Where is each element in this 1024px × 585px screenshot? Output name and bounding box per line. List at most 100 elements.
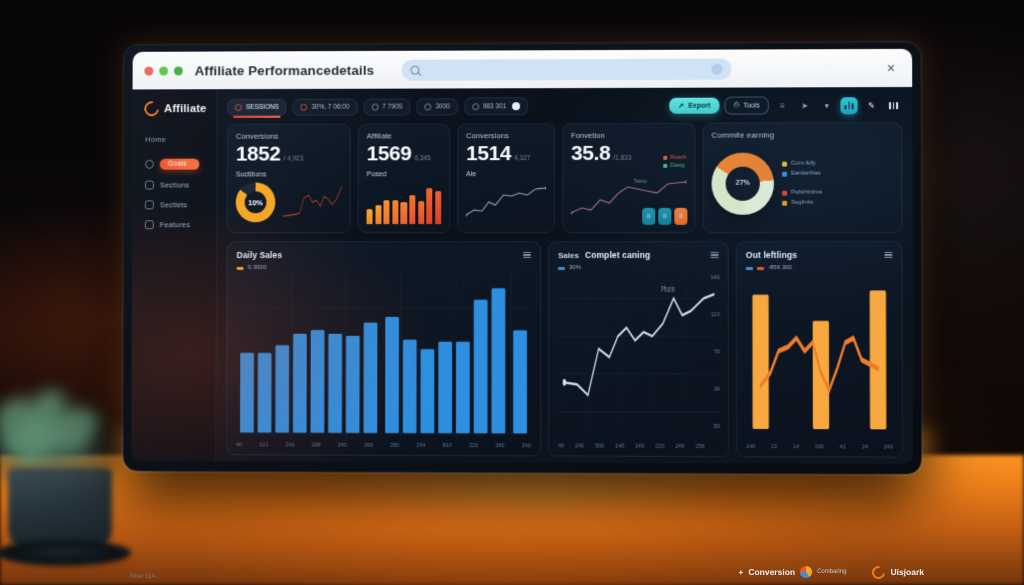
progress-donut: 10%: [235, 182, 276, 223]
pill-button-1[interactable]: 0: [642, 207, 656, 225]
legend-label: 30%: [569, 265, 582, 272]
donut-legend: Com &ify Earderthas Publ/rtrdms Suglmts: [780, 161, 822, 206]
filter-chip-pages[interactable]: 7 790S: [363, 98, 411, 116]
chip-badge: [512, 102, 521, 111]
gradient-bar-chart: [366, 182, 442, 225]
kpi-value: 1852: [235, 142, 281, 166]
tools-button[interactable]: ⎙ Tools: [724, 96, 769, 115]
cursor-icon[interactable]: ➤: [796, 97, 813, 114]
filter-chip-sessions[interactable]: SESSIONS: [227, 98, 287, 116]
tab-sales[interactable]: Sales: [558, 250, 579, 259]
kpi-card-conversions-2[interactable]: Conversions 1514 4,327 Ale: [457, 123, 556, 234]
filter-chip-total[interactable]: 983 301: [463, 97, 529, 116]
x-axis-labels: 140 21 14 240 41 24 240: [746, 444, 893, 451]
export-label: Export: [688, 102, 711, 110]
sidebar-item-goals[interactable]: Goals: [142, 155, 208, 174]
laptop: Affiliate Performancedetails × Affiliate…: [123, 42, 922, 474]
pot-saucer: [0, 540, 131, 566]
kpi-value: 1569: [366, 142, 412, 166]
sidebar-item-sectlets[interactable]: Sectlets: [142, 196, 208, 213]
brand-logo-icon: [141, 98, 162, 120]
close-icon[interactable]: ×: [882, 59, 900, 77]
kpi-row: Conversions 1852 / 4,923 Suctibons 10% A…: [226, 122, 903, 234]
kebab-icon[interactable]: [710, 251, 719, 259]
circle-icon: [145, 159, 154, 169]
legend-label: -856 300: [768, 265, 792, 272]
chart-legend: 30%: [558, 265, 719, 271]
toolbar-actions: ➚ Export ⎙ Tools ≡ ➤ ▾ ✎: [669, 96, 903, 115]
kpi-tag-down: Dawg: [663, 163, 686, 169]
export-button[interactable]: ➚ Export: [669, 97, 720, 114]
trend-line-chart: [466, 182, 547, 222]
search-action-icon[interactable]: [711, 63, 723, 75]
pill-button-3[interactable]: 0: [674, 207, 688, 225]
sparkline-chart: [283, 182, 342, 222]
window-controls[interactable]: [144, 66, 183, 76]
commit-earning-panel[interactable]: Commite earning 27% Com &ify Earderthas …: [702, 122, 903, 233]
bar-chart-icon[interactable]: [840, 96, 858, 114]
window-title: Affiliate Performancedetails: [194, 62, 375, 78]
toolbar: SESSIONS 30%, 7 06:00 7 790S 3000 983 30…: [227, 96, 903, 116]
kpi-delta: 6,345: [414, 155, 431, 163]
daily-sales-panel: Daily Sales S 3000 40 101 240 208 240 26…: [226, 240, 542, 457]
bar-chart: [236, 273, 531, 441]
kebab-icon[interactable]: [884, 251, 893, 259]
sidebar-item-label: Sectlets: [159, 200, 188, 210]
laptop-lid: Affiliate Performancedetails × Affiliate…: [123, 42, 922, 474]
filter-chip-rate[interactable]: 30%, 7 06:00: [292, 98, 358, 116]
kpi-title: Fonvetion: [571, 130, 605, 141]
kpi-widget-title: Posed: [366, 171, 387, 179]
kpi-delta: 4,327: [514, 155, 531, 163]
tools-label: Tools: [743, 102, 760, 110]
legend-item: Suglmts: [782, 200, 822, 206]
columns-icon[interactable]: [884, 96, 903, 114]
sidebar-item-features[interactable]: Features: [142, 216, 208, 233]
chip-label: 3000: [435, 102, 450, 110]
chevron-down-icon[interactable]: ▾: [818, 97, 835, 114]
legend-item: Com &ify: [782, 161, 822, 167]
bag-icon: [145, 180, 154, 190]
kpi-value: 1514: [466, 142, 512, 166]
panel-title: Out leftlings: [745, 249, 798, 261]
sidebar-item-sections[interactable]: Sections: [142, 177, 208, 194]
panel-title: Commite earning: [711, 130, 775, 140]
sidebar-item-label: Goals: [159, 158, 200, 170]
kpi-widget-title: Suctibons: [235, 171, 267, 179]
legend-label: S 3000: [247, 264, 267, 271]
upload-icon: ➚: [678, 102, 685, 110]
chip-label: 983 301: [482, 102, 507, 110]
search-icon: [410, 65, 420, 75]
kpi-card-conversions[interactable]: Conversions 1852 / 4,923 Suctibons 10%: [226, 123, 351, 234]
pill-button-2[interactable]: 0: [658, 207, 672, 225]
kpi-tag-up: Reach: [663, 155, 686, 161]
kpi-card-fonvetion[interactable]: Fonvetion 35.8 /1.833 Reach Dawg Tiernoo…: [562, 122, 696, 233]
browser-chrome: Affiliate Performancedetails ×: [132, 48, 913, 90]
filter-icon[interactable]: ≡: [774, 97, 791, 114]
combo-chart: [746, 273, 893, 442]
minimize-dot[interactable]: [159, 66, 169, 76]
kebab-icon[interactable]: [522, 251, 531, 259]
edit-icon[interactable]: ✎: [862, 96, 880, 114]
chip-label: 30%, 7 06:00: [311, 103, 350, 111]
kpi-card-affiliate[interactable]: Affiliate 1569 6,345 Posed: [357, 123, 451, 234]
svg-text:Phorin: Phorin: [661, 283, 675, 294]
chip-label: SESSIONS: [245, 103, 279, 111]
legend-item: Earderthas: [782, 171, 822, 177]
flag-icon: [300, 103, 308, 111]
maximize-dot[interactable]: [173, 66, 183, 75]
close-dot[interactable]: [144, 66, 154, 76]
search-input[interactable]: [401, 58, 732, 81]
panel-title: Complet caning: [584, 249, 651, 261]
x-axis-labels: 40 101 240 208 240 260 280 294 810 220 3…: [236, 442, 531, 450]
sidebar-item-label: Features: [159, 220, 191, 230]
donut-percent: 10%: [248, 197, 263, 207]
charts-row: Daily Sales S 3000 40 101 240 208 240 26…: [226, 240, 904, 458]
filter-chip-count[interactable]: 3000: [416, 97, 458, 115]
action-pills: 0 0 0: [642, 207, 688, 225]
kpi-title: Conversions: [466, 131, 509, 141]
kpi-widget-title: Ale: [466, 171, 477, 179]
earnings-donut-chart: 27%: [711, 152, 775, 215]
chip-label: 7 790S: [382, 103, 403, 111]
kpi-delta: / 4,923: [283, 155, 304, 163]
sidebar-item-label: Sections: [159, 180, 190, 190]
